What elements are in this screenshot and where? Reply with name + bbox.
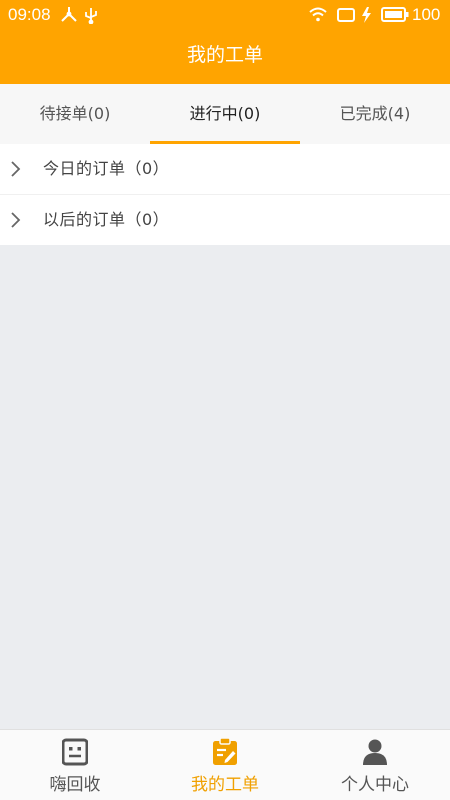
nav-label: 我的工单: [191, 775, 259, 795]
order-group-later[interactable]: 以后的订单（0）: [0, 195, 450, 245]
chevron-right-icon: [11, 161, 21, 177]
tab-completed[interactable]: 已完成(4): [300, 84, 450, 144]
nav-item-my-orders[interactable]: 我的工单: [150, 730, 300, 800]
order-status-tabs: 待接单(0) 进行中(0) 已完成(4): [0, 84, 450, 144]
network-share-icon: [61, 7, 77, 22]
clipboard-edit-icon: [213, 738, 237, 765]
order-group-label: 今日的订单（0）: [43, 159, 170, 178]
status-time: 09:08: [8, 5, 51, 24]
charging-icon: [362, 7, 371, 23]
notification-icons: [61, 7, 97, 24]
robot-face-icon: [62, 738, 88, 766]
nav-item-home[interactable]: 嗨回收: [0, 730, 150, 800]
page-title: 我的工单: [186, 44, 263, 66]
nav-item-profile[interactable]: 个人中心: [300, 730, 450, 800]
order-group-label: 以后的订单（0）: [43, 210, 170, 229]
tab-in-progress-label: 进行中(0): [189, 104, 261, 123]
nav-label: 个人中心: [341, 775, 409, 795]
screen-icon: [337, 8, 355, 22]
title-bar: 我的工单: [0, 30, 450, 84]
battery-icon: [381, 7, 409, 22]
tab-in-progress[interactable]: 进行中(0): [150, 84, 300, 144]
usb-icon: [85, 8, 97, 24]
tab-pending[interactable]: 待接单(0): [0, 84, 150, 144]
order-group-today[interactable]: 今日的订单（0）: [0, 144, 450, 194]
wifi-icon: [309, 7, 327, 22]
status-icons: [309, 7, 371, 23]
nav-label: 嗨回收: [49, 775, 101, 795]
chevron-right-icon: [11, 212, 21, 228]
person-icon: [363, 739, 387, 765]
battery-level: 100: [412, 5, 441, 24]
status-bar: 09:08 100: [0, 0, 450, 30]
bottom-nav: 嗨回收 我的工单 个人中心: [0, 729, 450, 800]
